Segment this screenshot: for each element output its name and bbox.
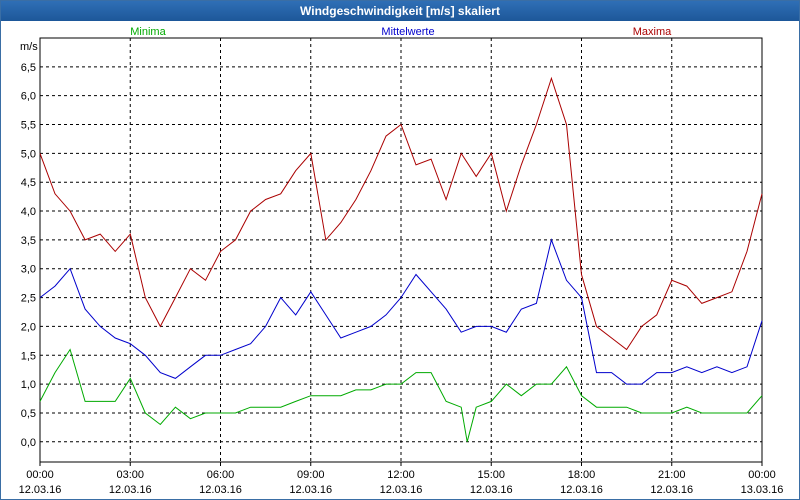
legend-entry-maxima: Maxima <box>633 26 672 38</box>
x-tick-time-label: 21:00 <box>658 469 686 481</box>
x-tick-date-label: 12.03.16 <box>199 484 242 496</box>
y-tick-label: 6,5 <box>21 62 36 74</box>
x-tick-time-label: 00:00 <box>748 469 776 481</box>
y-tick-label: 5,0 <box>21 148 36 160</box>
x-tick-time-label: 15:00 <box>477 469 505 481</box>
x-tick-time-label: 03:00 <box>116 469 144 481</box>
y-tick-label: 1,5 <box>21 350 36 362</box>
y-tick-label: 0,0 <box>21 437 36 449</box>
chart-grid <box>40 38 762 462</box>
wind-speed-chart: 0,0 0,5 1,0 1,5 2,0 2,5 3,0 3,5 4,0 4,5 5,0 5,5 6,0 6… <box>19 26 784 496</box>
y-tick-label: 6,0 <box>21 91 36 103</box>
y-tick-label: 3,5 <box>21 235 36 247</box>
x-tick-time-label: 18:00 <box>568 469 596 481</box>
x-tick-date-label: 12.03.16 <box>470 484 513 496</box>
x-tick-date-label: 12.03.16 <box>380 484 423 496</box>
x-tick-date-label: 12.03.16 <box>650 484 693 496</box>
y-tick-label: 3,0 <box>21 264 36 276</box>
x-tick-date-label: 12.03.16 <box>289 484 332 496</box>
x-tick-date-label: 13.03.16 <box>741 484 784 496</box>
legend-entry-mittelwerte: Mittelwerte <box>381 26 434 38</box>
x-tick-time-label: 00:00 <box>26 469 54 481</box>
y-axis-label: m/s <box>20 41 38 53</box>
y-tick-label: 1,0 <box>21 379 36 391</box>
x-tick-date-label: 12.03.16 <box>109 484 152 496</box>
y-tick-label: 4,0 <box>21 206 36 218</box>
y-tick-label: 4,5 <box>21 177 36 189</box>
legend-entry-minima: Minima <box>130 26 166 38</box>
x-tick-date-label: 12.03.16 <box>19 484 62 496</box>
x-tick-time-label: 09:00 <box>297 469 325 481</box>
y-tick-label: 2,5 <box>21 293 36 305</box>
x-tick-date-label: 12.03.16 <box>560 484 603 496</box>
x-tick-time-label: 12:00 <box>387 469 415 481</box>
chart-axes <box>39 37 763 466</box>
y-tick-label: 5,5 <box>21 120 36 132</box>
y-tick-label: 0,5 <box>21 408 36 420</box>
x-tick-time-label: 06:00 <box>207 469 235 481</box>
y-tick-label: 2,0 <box>21 321 36 333</box>
chart-legend: Minima Mittelwerte Maxima <box>130 26 672 38</box>
